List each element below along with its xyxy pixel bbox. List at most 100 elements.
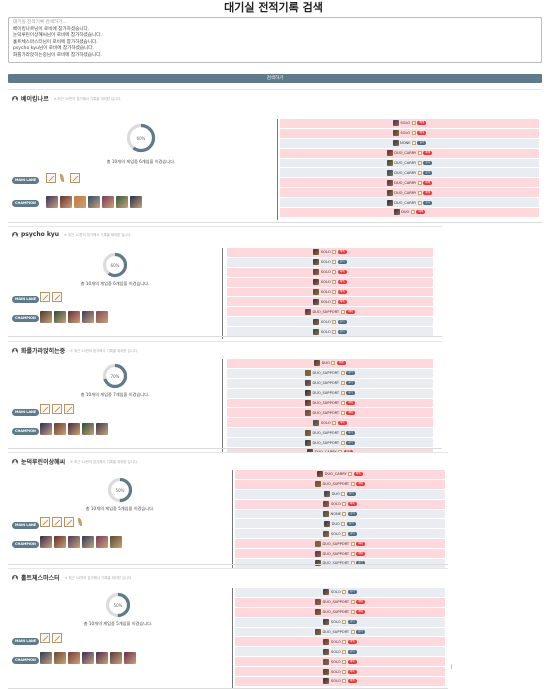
match-row[interactable]: SOLO 승리 <box>227 257 433 267</box>
match-row[interactable]: SOLO 패배 <box>280 119 539 128</box>
match-row[interactable]: DUO_SUPPORT 패배 <box>235 597 445 607</box>
champion-portrait-icon[interactable] <box>68 536 80 548</box>
match-row[interactable]: DUO_SUPPORT 승리 <box>235 627 445 637</box>
match-row[interactable]: SOLO 패배 <box>235 499 445 509</box>
result-badge: 패배 <box>346 401 356 405</box>
champion-portrait-icon[interactable] <box>54 536 66 548</box>
spell-icon <box>340 309 345 314</box>
match-row[interactable]: DUO_SUPPORT 승리 <box>227 388 433 398</box>
match-row[interactable]: SOLO 패배 <box>227 277 433 287</box>
match-row[interactable]: DUO_SUPPORT 패배 <box>227 398 433 408</box>
match-row[interactable]: DUO_SUPPORT 패배 <box>227 408 433 418</box>
champion-portrait-icon[interactable] <box>68 652 80 664</box>
match-row[interactable]: DUO_CARRY 패배 <box>280 178 539 188</box>
winrate-label: 70% <box>110 373 120 379</box>
match-row[interactable]: SOLO 패배 <box>235 677 445 686</box>
match-row[interactable]: DUO_CARRY 패배 <box>280 188 539 198</box>
match-row[interactable]: SOLO 승리 <box>235 647 445 657</box>
champion-portrait-icon[interactable] <box>96 311 108 323</box>
main-lane-tag: MAIN LANE <box>12 638 40 645</box>
player-nickname[interactable]: 눈덕루린이상혜씨 <box>21 457 65 466</box>
match-row[interactable]: DUO_SUPPORT 패배 <box>227 307 433 317</box>
champion-portrait-icon[interactable] <box>82 652 94 664</box>
champion-portrait-icon[interactable] <box>68 423 80 435</box>
match-row[interactable]: DUO_CARRY 승리 <box>280 198 539 208</box>
match-champion-icon <box>314 629 321 635</box>
champion-portrait-icon[interactable] <box>46 196 58 208</box>
champion-portrait-icon[interactable] <box>40 536 52 548</box>
match-row[interactable]: DUO_SUPPORT 승리 <box>227 378 433 388</box>
match-row[interactable]: SOLO 승리 <box>235 617 445 627</box>
match-row[interactable]: SOLO 패배 <box>227 297 433 307</box>
champion-portrait-icon[interactable] <box>110 652 122 664</box>
match-row[interactable]: DUO 패배 <box>280 208 539 217</box>
search-button[interactable]: 검색하기 <box>8 74 542 83</box>
match-row[interactable]: SOLO 승리 <box>235 529 445 539</box>
champion-portrait-icon[interactable] <box>116 196 128 208</box>
champion-portrait-icon[interactable] <box>54 423 66 435</box>
champion-portrait-icon[interactable] <box>68 311 80 323</box>
spell-icon <box>342 659 347 664</box>
player-nickname[interactable]: 베이킹나르 <box>21 94 49 103</box>
match-row[interactable]: SOLO 패배 <box>235 637 445 647</box>
champion-portrait-icon[interactable] <box>40 652 52 664</box>
match-row[interactable]: DUO 승리 <box>235 519 445 529</box>
lobby-chat-textarea[interactable]: 대기실 전적기록 검색하기... 베이킹나르님이 로비에 참가하셨습니다. 눈덕… <box>8 17 542 63</box>
match-row[interactable]: DUO 패배 <box>227 359 433 368</box>
champion-portrait-icon[interactable] <box>54 311 66 323</box>
match-row[interactable]: DUO_SUPPORT 패배 <box>235 607 445 617</box>
match-row[interactable]: SOLO 승리 <box>227 317 433 327</box>
match-row[interactable]: NONE 승리 <box>235 509 445 519</box>
queue-type: DUO_CARRY <box>394 190 417 195</box>
queue-type: SOLO <box>320 420 331 425</box>
spell-icon <box>340 410 345 415</box>
result-badge: 패배 <box>423 190 433 195</box>
match-row[interactable]: DUO_CARRY 패배 <box>235 470 445 479</box>
player-card: 눈덕루린이상혜씨 ※ 최근 10판의 참가해서 기록을 제외한 입니다. 50% 총 … <box>8 452 448 571</box>
match-champion-icon <box>304 370 311 377</box>
match-row[interactable]: DUO_SUPPORT 패배 <box>235 479 445 489</box>
match-row[interactable]: SOLO 패배 <box>280 128 539 138</box>
champion-portrait-icon[interactable] <box>96 536 108 548</box>
champion-portrait-icon[interactable] <box>130 196 142 208</box>
champion-portrait-icon[interactable] <box>74 196 86 208</box>
match-row[interactable]: SOLO 패배 <box>235 667 445 677</box>
champion-portrait-icon[interactable] <box>54 652 66 664</box>
match-row[interactable]: DUO_CARRY 승리 <box>280 168 539 178</box>
champion-portrait-icon[interactable] <box>96 652 108 664</box>
player-nickname[interactable]: 홀트체스마스터 <box>21 573 60 582</box>
match-row[interactable]: SOLO 패배 <box>235 657 445 667</box>
queue-type: DUO_SUPPORT <box>312 371 340 376</box>
champion-portrait-icon[interactable] <box>124 652 136 664</box>
champion-portrait-icon[interactable] <box>82 311 94 323</box>
champion-portrait-icon[interactable] <box>40 423 52 435</box>
champion-portrait-icon[interactable] <box>96 423 108 435</box>
champion-portrait-icon[interactable] <box>40 311 52 323</box>
match-row[interactable]: NONE 승리 <box>280 138 539 148</box>
section-divider <box>222 359 223 460</box>
match-row[interactable]: DUO_SUPPORT 패배 <box>235 549 445 559</box>
match-row[interactable]: SOLO 승리 <box>235 588 445 597</box>
player-nickname[interactable]: 화를가라앉히는중 <box>21 346 65 355</box>
match-row[interactable]: DUO_SUPPORT 승리 <box>227 438 433 448</box>
champion-portrait-icon[interactable] <box>102 196 114 208</box>
match-row[interactable]: SOLO 패배 <box>227 267 433 277</box>
match-row[interactable]: DUO_SUPPORT 패배 <box>235 539 445 549</box>
match-row[interactable]: SOLO 승리 <box>227 327 433 337</box>
champion-portrait-icon[interactable] <box>88 196 100 208</box>
match-row[interactable]: DUO_SUPPORT 승리 <box>227 368 433 378</box>
champion-portrait-icon[interactable] <box>110 536 122 548</box>
match-row[interactable]: DUO 승리 <box>235 489 445 499</box>
player-nickname[interactable]: psycho kyu <box>21 231 59 238</box>
champion-portrait-icon[interactable] <box>82 423 94 435</box>
champion-portrait-icon[interactable] <box>60 196 72 208</box>
match-row[interactable]: SOLO 패배 <box>227 248 433 257</box>
match-row[interactable]: DUO_CARRY 패배 <box>280 148 539 158</box>
main-lane-icons <box>40 517 86 527</box>
match-row[interactable]: DUO_CARRY 승리 <box>280 158 539 168</box>
match-row[interactable]: DUO_SUPPORT 승리 <box>227 428 433 438</box>
queue-type: DUO_CARRY <box>394 170 417 175</box>
match-row[interactable]: SOLO 패배 <box>227 418 433 428</box>
champion-portrait-icon[interactable] <box>82 536 94 548</box>
match-row[interactable]: SOLO 패배 <box>227 287 433 297</box>
